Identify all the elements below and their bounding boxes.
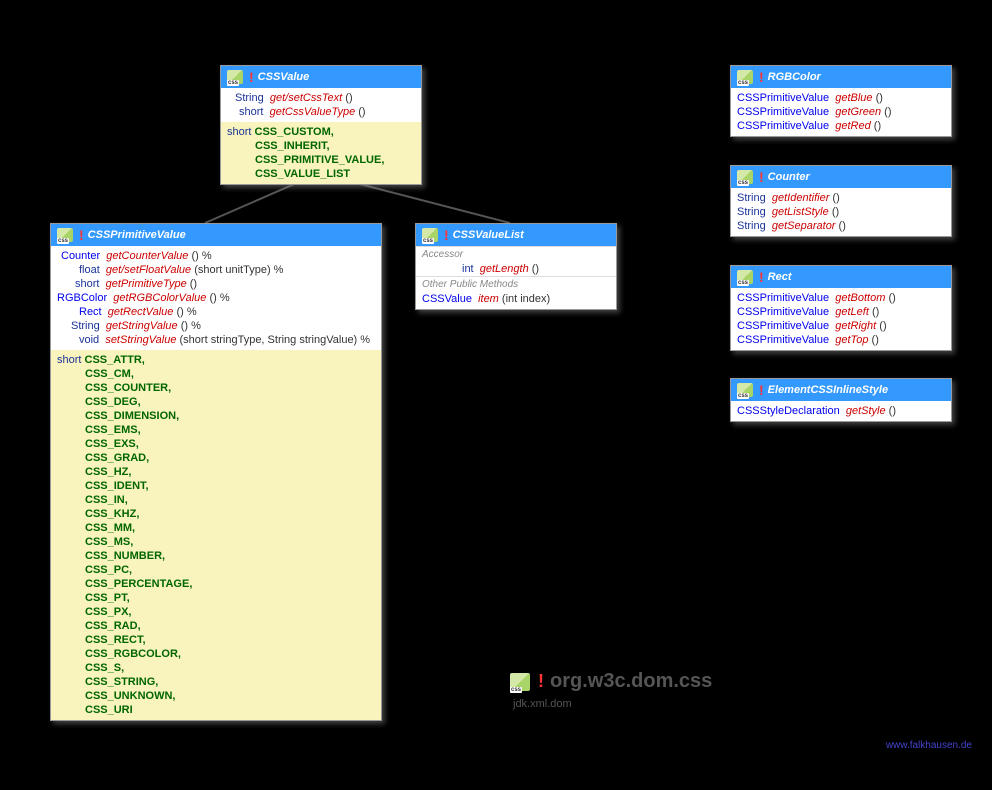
class-rect: ! Rect CSSPrimitiveValue getBottom () CS…: [730, 265, 952, 351]
constant-row: CSS_RAD,: [57, 619, 375, 633]
class-title: CSSValue: [258, 71, 310, 83]
class-elementcssinlinestyle: ! ElementCSSInlineStyle CSSStyleDeclarat…: [730, 378, 952, 422]
constant-row: CSS_RECT,: [57, 633, 375, 647]
constant-row: CSS_MS,: [57, 535, 375, 549]
class-title: CSSPrimitiveValue: [88, 229, 186, 241]
warn-icon: !: [444, 227, 449, 243]
css-icon: [227, 70, 243, 84]
constant-row: CSS_DIMENSION,: [57, 409, 375, 423]
class-header: ! ElementCSSInlineStyle: [731, 379, 951, 401]
css-icon: [737, 70, 753, 84]
css-icon: [737, 170, 753, 184]
class-title: RGBColor: [768, 71, 821, 83]
warn-icon: !: [249, 69, 254, 85]
constant-row: CSS_COUNTER,: [57, 381, 375, 395]
constant-row: CSS_PERCENTAGE,: [57, 577, 375, 591]
class-header: ! CSSValue: [221, 66, 421, 88]
method-list: String get/setCssText () short getCssVal…: [221, 88, 421, 122]
section-label: Other Public Methods: [416, 276, 616, 292]
constant-row: CSS_MM,: [57, 521, 375, 535]
method-list: CSSValue item (int index): [416, 292, 616, 309]
class-header: ! Rect: [731, 266, 951, 288]
warn-icon: !: [759, 382, 764, 398]
css-icon: [422, 228, 438, 242]
method-list: Counter getCounterValue () % float get/s…: [51, 246, 381, 350]
constant-list: short CSS_CUSTOM, CSS_INHERIT, CSS_PRIMI…: [221, 122, 421, 184]
css-icon: [737, 383, 753, 397]
class-cssvalue: ! CSSValue String get/setCssText () shor…: [220, 65, 422, 185]
class-rgbcolor: ! RGBColor CSSPrimitiveValue getBlue () …: [730, 65, 952, 137]
constant-row: CSS_EMS,: [57, 423, 375, 437]
method-list: CSSStyleDeclaration getStyle (): [731, 401, 951, 421]
method-list: CSSPrimitiveValue getBottom () CSSPrimit…: [731, 288, 951, 350]
constant-row: CSS_IN,: [57, 493, 375, 507]
module-name: jdk.xml.dom: [513, 698, 572, 710]
package-label: ! org.w3c.dom.css: [510, 670, 712, 693]
class-title: ElementCSSInlineStyle: [768, 384, 888, 396]
css-icon: [57, 228, 73, 242]
class-title: Counter: [768, 171, 810, 183]
class-header: ! CSSValueList: [416, 224, 616, 246]
class-header: ! CSSPrimitiveValue: [51, 224, 381, 246]
class-title: CSSValueList: [453, 229, 524, 241]
warn-icon: !: [538, 671, 544, 692]
warn-icon: !: [759, 169, 764, 185]
constant-row: CSS_PX,: [57, 605, 375, 619]
constant-row: short CSS_ATTR,: [57, 353, 375, 367]
constant-row: CSS_HZ,: [57, 465, 375, 479]
warn-icon: !: [759, 69, 764, 85]
method-list: CSSPrimitiveValue getBlue () CSSPrimitiv…: [731, 88, 951, 136]
constant-row: CSS_URI: [57, 703, 375, 717]
constant-row: CSS_EXS,: [57, 437, 375, 451]
warn-icon: !: [79, 227, 84, 243]
constant-row: CSS_UNKNOWN,: [57, 689, 375, 703]
constant-row: CSS_DEG,: [57, 395, 375, 409]
method-list: int getLength (): [416, 262, 616, 276]
class-cssprimitivevalue: ! CSSPrimitiveValue Counter getCounterVa…: [50, 223, 382, 721]
css-icon: [737, 270, 753, 284]
constant-row: CSS_STRING,: [57, 675, 375, 689]
class-counter: ! Counter String getIdentifier () String…: [730, 165, 952, 237]
footer-link[interactable]: www.falkhausen.de: [886, 740, 972, 751]
constant-row: CSS_RGBCOLOR,: [57, 647, 375, 661]
class-header: ! RGBColor: [731, 66, 951, 88]
constant-row: CSS_GRAD,: [57, 451, 375, 465]
constant-row: CSS_KHZ,: [57, 507, 375, 521]
constant-row: CSS_PC,: [57, 563, 375, 577]
constant-row: CSS_PT,: [57, 591, 375, 605]
constant-row: CSS_IDENT,: [57, 479, 375, 493]
constant-row: CSS_CM,: [57, 367, 375, 381]
constant-row: CSS_S,: [57, 661, 375, 675]
section-label: Accessor: [416, 246, 616, 262]
constant-row: CSS_NUMBER,: [57, 549, 375, 563]
css-icon: [510, 673, 530, 691]
class-cssvaluelist: ! CSSValueList Accessor int getLength ()…: [415, 223, 617, 310]
method-list: String getIdentifier () String getListSt…: [731, 188, 951, 236]
warn-icon: !: [759, 269, 764, 285]
constant-list: short CSS_ATTR,CSS_CM,CSS_COUNTER,CSS_DE…: [51, 350, 381, 720]
class-header: ! Counter: [731, 166, 951, 188]
package-name: org.w3c.dom.css: [550, 670, 712, 693]
class-title: Rect: [768, 271, 792, 283]
